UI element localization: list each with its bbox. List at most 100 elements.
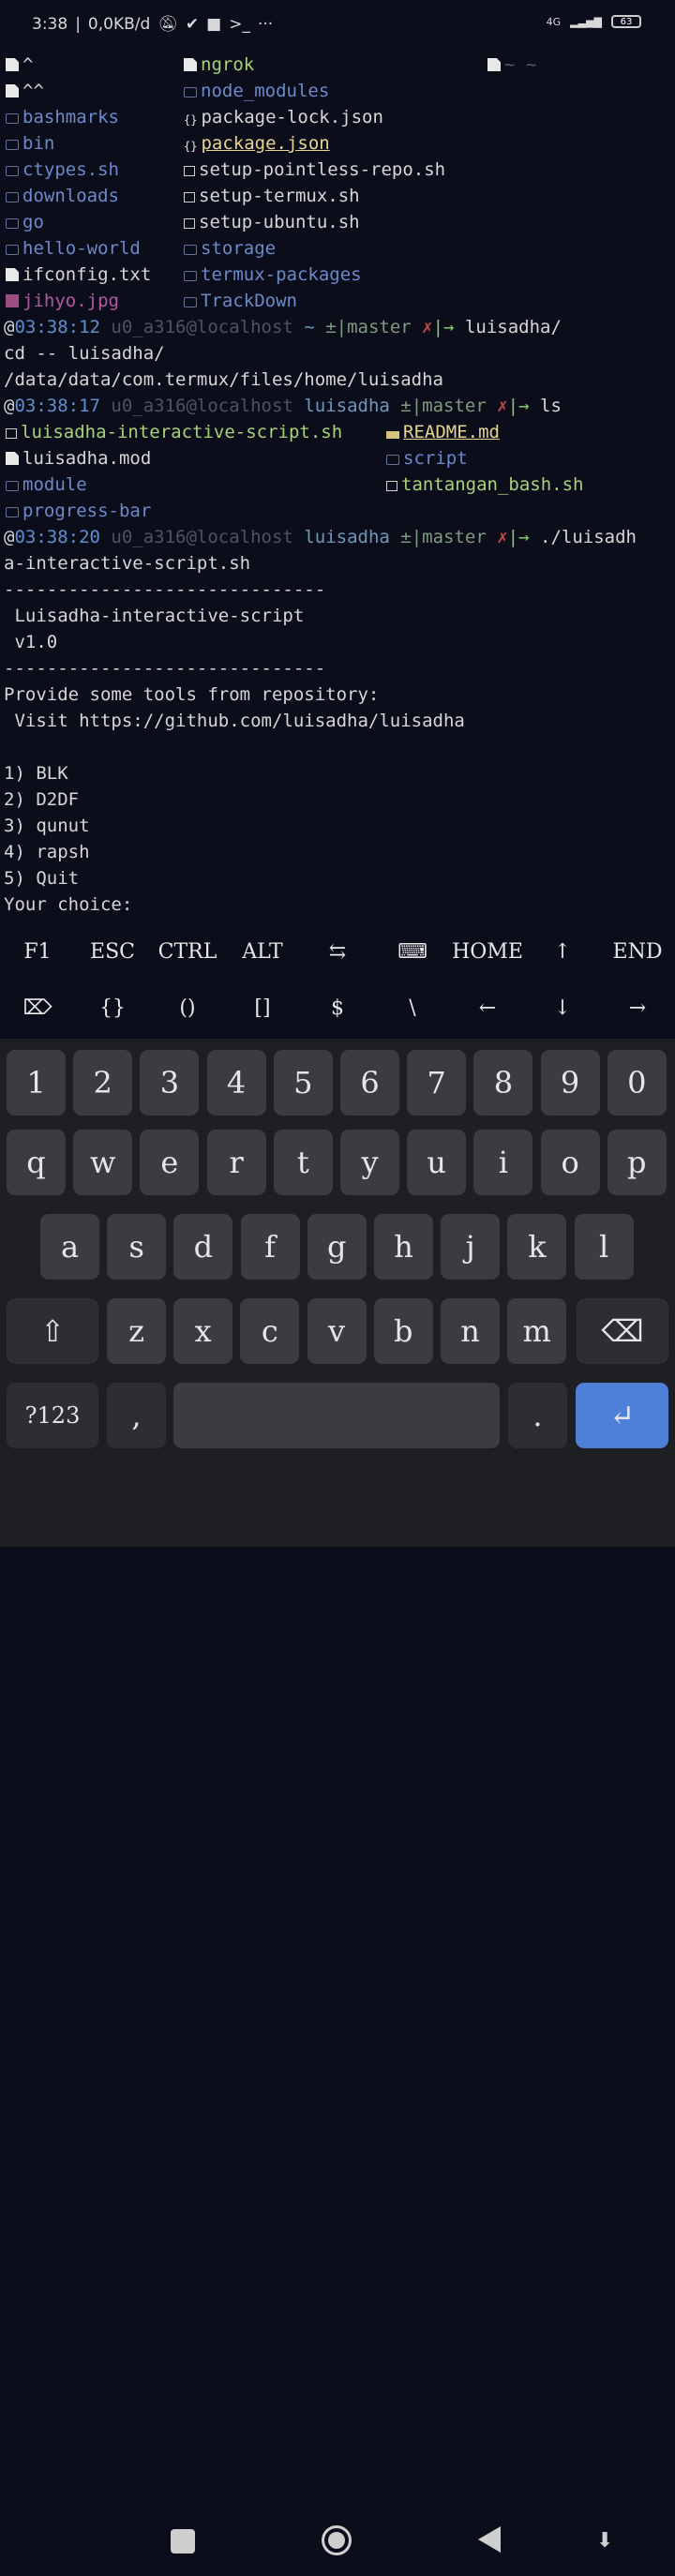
key-0[interactable]: 0 xyxy=(607,1050,667,1116)
key-4[interactable]: 4 xyxy=(206,1050,266,1116)
key-7[interactable]: 7 xyxy=(407,1050,467,1116)
file-entry[interactable]: ctypes.sh xyxy=(6,157,119,183)
back-button[interactable] xyxy=(478,2526,501,2553)
key-v[interactable]: v xyxy=(307,1298,367,1364)
key-9[interactable]: 9 xyxy=(540,1050,600,1116)
file-entry[interactable]: node_modules xyxy=(184,78,329,104)
file-entry[interactable]: {} package.json xyxy=(184,130,330,157)
file-entry[interactable]: bin xyxy=(6,130,54,157)
key-5[interactable]: 5 xyxy=(273,1050,333,1116)
file-entry[interactable]: module xyxy=(6,472,87,498)
key-l[interactable]: l xyxy=(574,1214,634,1280)
file-entry[interactable]: ngrok xyxy=(184,52,254,78)
key-w[interactable]: w xyxy=(73,1130,133,1195)
file-entry[interactable]: setup-pointless-repo.sh xyxy=(184,157,445,183)
key-o[interactable]: o xyxy=(540,1130,600,1195)
key-a[interactable]: a xyxy=(40,1214,99,1280)
extra-key[interactable]: F1 xyxy=(0,940,75,964)
extra-key[interactable]: () xyxy=(150,996,225,1020)
key-d[interactable]: d xyxy=(173,1214,233,1280)
terminal-line: module tantangan_bash.sh xyxy=(0,472,675,498)
key-g[interactable]: g xyxy=(307,1214,367,1280)
file-entry[interactable]: luisadha-interactive-script.sh xyxy=(6,419,342,445)
extra-key[interactable]: END xyxy=(600,940,675,964)
extra-key[interactable]: ↑ xyxy=(525,940,600,964)
key-i[interactable]: i xyxy=(473,1130,533,1195)
key-p[interactable]: p xyxy=(607,1130,667,1195)
key-u[interactable]: u xyxy=(407,1130,467,1195)
home-button[interactable] xyxy=(322,2525,352,2555)
file-entry[interactable]: go xyxy=(6,209,44,235)
enter-key[interactable]: ↵ xyxy=(576,1383,668,1448)
file-name: setup-termux.sh xyxy=(199,186,360,206)
extra-key[interactable]: {} xyxy=(75,996,150,1020)
hide-keyboard-icon[interactable]: ⬇ xyxy=(596,2529,613,2553)
file-entry[interactable]: jihyo.jpg xyxy=(6,288,119,314)
recent-apps-button[interactable] xyxy=(171,2529,195,2554)
key-6[interactable]: 6 xyxy=(340,1050,399,1116)
extra-key[interactable]: ⌦ xyxy=(0,996,75,1020)
file-entry[interactable]: termux-packages xyxy=(184,262,362,288)
file-entry[interactable]: ~ ~ xyxy=(488,52,536,78)
key-j[interactable]: j xyxy=(441,1214,501,1280)
file-entry[interactable]: progress-bar xyxy=(6,498,151,524)
file-name: ngrok xyxy=(201,54,255,75)
spacebar[interactable] xyxy=(173,1383,500,1448)
comma-key[interactable]: , xyxy=(107,1383,166,1448)
file-entry[interactable]: TrackDown xyxy=(184,288,297,314)
key-c[interactable]: c xyxy=(240,1298,300,1364)
extra-key[interactable]: → xyxy=(600,996,675,1020)
file-entry[interactable]: luisadha.mod xyxy=(6,445,151,472)
key-x[interactable]: x xyxy=(173,1298,233,1364)
extra-key[interactable]: ↓ xyxy=(525,996,600,1020)
terminal-output[interactable]: ^ ngrok ~ ~ ^^ node_modules bashmarks {} packag… xyxy=(0,52,675,918)
key-h[interactable]: h xyxy=(374,1214,433,1280)
file-entry[interactable]: hello-world xyxy=(6,235,141,262)
key-2[interactable]: 2 xyxy=(73,1050,133,1116)
extra-key[interactable]: ⌨ xyxy=(375,940,450,964)
key-e[interactable]: e xyxy=(140,1130,200,1195)
file-entry[interactable]: {} package-lock.json xyxy=(184,104,383,130)
key-k[interactable]: k xyxy=(507,1214,567,1280)
key-b[interactable]: b xyxy=(373,1298,433,1364)
file-entry[interactable]: README.md xyxy=(386,419,500,445)
key-r[interactable]: r xyxy=(206,1130,266,1195)
file-entry[interactable]: downloads xyxy=(6,183,119,209)
file-entry[interactable]: bashmarks xyxy=(6,104,119,130)
file-entry[interactable]: storage xyxy=(184,235,276,262)
backspace-key[interactable]: ⌫ xyxy=(577,1298,668,1364)
file-entry[interactable]: ^^ xyxy=(6,78,44,104)
file-entry[interactable]: setup-ubuntu.sh xyxy=(184,209,360,235)
file-entry[interactable]: tantangan_bash.sh xyxy=(386,472,583,498)
output-text: ------------------------------ xyxy=(4,658,326,679)
key-y[interactable]: y xyxy=(340,1130,399,1195)
symbols-key[interactable]: ?123 xyxy=(7,1383,98,1448)
period-key[interactable]: . xyxy=(508,1383,567,1448)
key-m[interactable]: m xyxy=(507,1298,567,1364)
extra-key[interactable]: $ xyxy=(300,996,375,1020)
key-f[interactable]: f xyxy=(240,1214,300,1280)
shift-key[interactable]: ⇧ xyxy=(7,1298,98,1364)
file-entry[interactable]: script xyxy=(386,445,468,472)
key-8[interactable]: 8 xyxy=(473,1050,533,1116)
extra-key[interactable]: ESC xyxy=(75,940,150,964)
extra-key[interactable]: ALT xyxy=(225,940,300,964)
file-entry[interactable]: ^ xyxy=(6,52,33,78)
key-n[interactable]: n xyxy=(441,1298,500,1364)
key-q[interactable]: q xyxy=(7,1130,66,1195)
key-s[interactable]: s xyxy=(107,1214,167,1280)
extra-key[interactable]: CTRL xyxy=(150,940,225,964)
key-3[interactable]: 3 xyxy=(140,1050,200,1116)
file-entry[interactable]: ifconfig.txt xyxy=(6,262,151,288)
key-t[interactable]: t xyxy=(273,1130,333,1195)
node-icon xyxy=(184,87,197,97)
json-icon: {} xyxy=(184,113,198,127)
extra-key[interactable]: \ xyxy=(375,996,450,1020)
file-entry[interactable]: setup-termux.sh xyxy=(184,183,360,209)
extra-key[interactable]: [] xyxy=(225,996,300,1020)
extra-key[interactable]: ⇆ xyxy=(300,940,375,964)
key-z[interactable]: z xyxy=(107,1298,166,1364)
extra-key[interactable]: ← xyxy=(450,996,525,1020)
extra-key[interactable]: HOME xyxy=(450,940,525,964)
key-1[interactable]: 1 xyxy=(7,1050,66,1116)
